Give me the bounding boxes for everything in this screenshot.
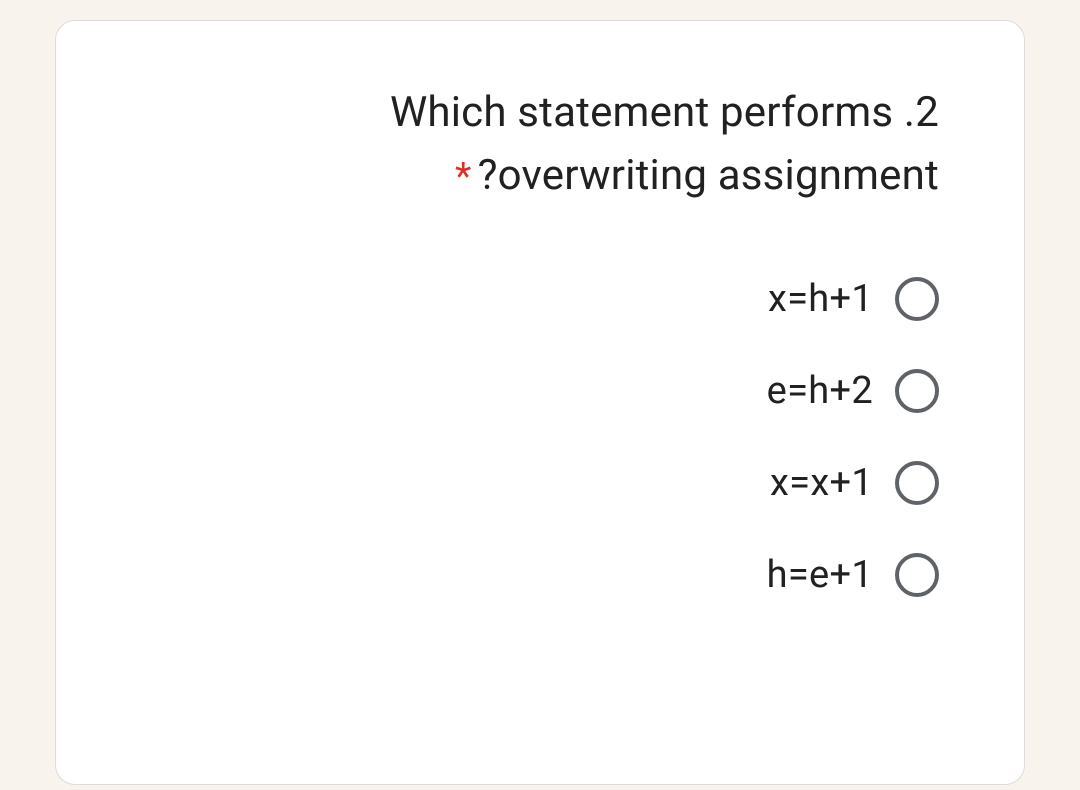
required-star: *	[455, 155, 472, 199]
option-row[interactable]: h=e+1	[141, 553, 939, 597]
option-label: x=x+1	[770, 461, 873, 505]
question-card: Which statement performs .2 *?overwritin…	[55, 20, 1025, 785]
question-line-1: Which statement performs .2	[141, 81, 939, 144]
radio-icon[interactable]	[895, 277, 939, 321]
question-header: Which statement performs .2 *?overwritin…	[141, 81, 939, 207]
option-label: x=h+1	[768, 277, 873, 321]
question-line-2: *?overwriting assignment	[141, 144, 939, 207]
option-label: h=e+1	[767, 553, 873, 597]
option-row[interactable]: e=h+2	[141, 369, 939, 413]
radio-icon[interactable]	[895, 461, 939, 505]
options-container: x=h+1 e=h+2 x=x+1 h=e+1	[141, 277, 939, 597]
option-label: e=h+2	[767, 369, 873, 413]
radio-icon[interactable]	[895, 553, 939, 597]
radio-icon[interactable]	[895, 369, 939, 413]
option-row[interactable]: x=h+1	[141, 277, 939, 321]
option-row[interactable]: x=x+1	[141, 461, 939, 505]
question-line-2-text: ?overwriting assignment	[478, 151, 939, 200]
